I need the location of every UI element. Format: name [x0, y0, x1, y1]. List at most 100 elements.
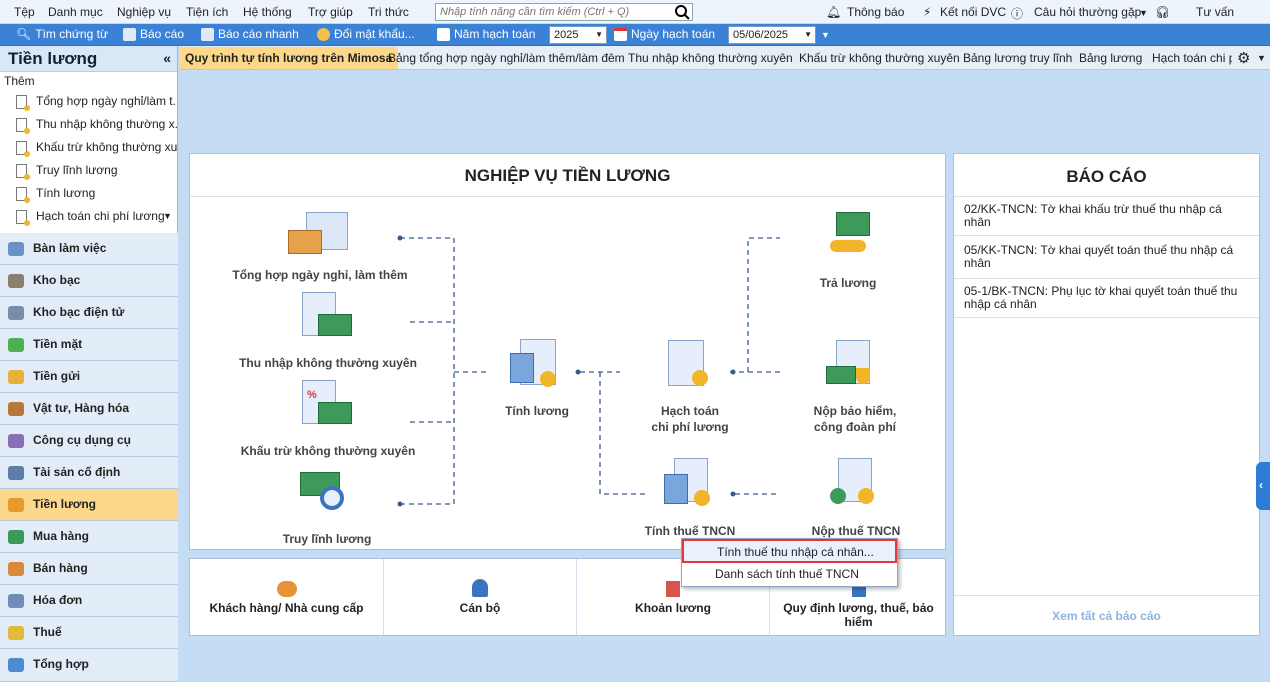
fiscal-year-select[interactable]: 2025 ▼	[549, 26, 607, 44]
module-deposit[interactable]: Tiền gửi	[0, 361, 178, 393]
flow-node-irregular-deduction[interactable]: Khấu trừ không thường xuyên	[230, 444, 426, 458]
doc-item[interactable]: Truy lĩnh lương	[0, 159, 177, 182]
flow-node-pay-pit[interactable]: Nộp thuế TNCN	[804, 524, 908, 538]
tab-process[interactable]: Quy trình tự tính lương trên Mimosa	[179, 47, 399, 69]
doc-item[interactable]: Tính lương	[0, 182, 177, 205]
find-voucher-button[interactable]: 🔍︎ Tìm chứng từ	[16, 27, 108, 41]
module-treasury[interactable]: Kho bạc	[0, 265, 178, 297]
key-icon	[317, 27, 330, 41]
summary-icon	[8, 658, 24, 672]
menu-help[interactable]: Trợ giúp	[308, 5, 353, 19]
faq-button[interactable]: Câu hỏi thường gặp	[1034, 5, 1141, 19]
tab-irregular-deduction[interactable]: Khấu trừ không thường xuyên	[799, 51, 960, 65]
document-icon	[16, 118, 30, 134]
menu-item-calc-pit[interactable]: Tính thuế thu nhập cá nhân...	[682, 539, 897, 563]
dvc-button[interactable]: Kết nối DVC	[940, 5, 1006, 19]
toolbar-overflow-icon[interactable]: ▼	[821, 30, 830, 40]
flow-node-retro-pay[interactable]: Truy lĩnh lương	[270, 532, 384, 546]
tab-payroll[interactable]: Bảng lương	[1079, 51, 1142, 65]
search-input[interactable]	[436, 4, 666, 20]
module-summary[interactable]: Tổng hợp	[0, 649, 178, 682]
module-sales[interactable]: Bán hàng	[0, 553, 178, 585]
flow-node-irregular-income[interactable]: Thu nhập không thường xuyên	[230, 356, 426, 370]
calculator-icon	[510, 339, 558, 391]
e-bank-icon	[8, 306, 24, 320]
menu-system[interactable]: Hệ thống	[243, 5, 292, 19]
menu-file[interactable]: Tệp	[14, 5, 35, 19]
report-link[interactable]: 02/KK-TNCN: Tờ khai khấu trừ thuế thu nh…	[954, 197, 1259, 236]
side-panel-toggle[interactable]: ‹	[1256, 462, 1270, 510]
doc-item[interactable]: Tổng hợp ngày nghỉ/làm t...	[0, 90, 177, 113]
view-all-reports-link[interactable]: Xem tất cả báo cáo	[954, 609, 1259, 623]
ledger-icon	[668, 340, 714, 390]
bell-icon[interactable]: 🔔︎	[826, 5, 841, 19]
hand-money-icon	[830, 212, 874, 260]
flow-node-calc-payroll[interactable]: Tính lương	[490, 404, 584, 418]
module-e-treasury[interactable]: Kho bạc điện tử	[0, 297, 178, 329]
context-menu: Tính thuế thu nhập cá nhân... Danh sách …	[681, 538, 898, 587]
search-box[interactable]	[435, 3, 693, 21]
tab-bar: Quy trình tự tính lương trên Mimosa Bảng…	[179, 46, 1270, 70]
change-password-button[interactable]: Đổi mật khẩu...	[317, 27, 415, 41]
people-icon	[276, 581, 297, 597]
search-icon: 🔍︎	[16, 27, 32, 41]
consult-button[interactable]: Tư vấn	[1196, 5, 1234, 19]
invoice-icon	[8, 594, 24, 608]
person-icon	[472, 579, 488, 597]
module-purchase[interactable]: Mua hàng	[0, 521, 178, 553]
module-tax[interactable]: Thuế	[0, 617, 178, 649]
collapse-icon[interactable]: «	[163, 50, 171, 66]
menu-catalog[interactable]: Danh mục	[48, 5, 103, 19]
sales-icon	[8, 562, 24, 576]
quick-report-button[interactable]: Báo cáo nhanh	[201, 27, 299, 41]
shortcut-staff[interactable]: Cán bộ	[384, 559, 577, 635]
module-desktop[interactable]: Bàn làm việc	[0, 233, 178, 265]
module-cash[interactable]: Tiền mặt	[0, 329, 178, 361]
menu-utilities[interactable]: Tiện ích	[186, 5, 228, 19]
scroll-down-icon[interactable]: ▼	[163, 205, 172, 228]
menu-operations[interactable]: Nghiệp vụ	[117, 5, 171, 19]
doc-item[interactable]: Hạch toán chi phí lương ▼	[0, 205, 177, 228]
module-tools[interactable]: Công cụ dụng cụ	[0, 425, 178, 457]
reports-panel: BÁO CÁO 02/KK-TNCN: Tờ khai khấu trừ thu…	[953, 153, 1260, 636]
menu-knowledge[interactable]: Tri thức	[368, 5, 409, 19]
calendar-icon	[437, 27, 450, 41]
reports-title: BÁO CÁO	[1066, 167, 1147, 186]
calendar-icon	[614, 27, 627, 41]
tab-payroll-cost[interactable]: Hạch toán chi ph	[1152, 51, 1232, 65]
flow-node-calc-pit[interactable]: Tính thuế TNCN	[638, 524, 742, 538]
flow-node-insurance[interactable]: Nộp bảo hiểm, công đoàn phí	[800, 404, 910, 434]
doc-item[interactable]: Thu nhập không thường x...	[0, 113, 177, 136]
posting-date-input[interactable]: 05/06/2025 ▼	[728, 26, 816, 44]
payroll-icon	[8, 498, 24, 512]
bank-icon	[8, 274, 24, 288]
module-inventory[interactable]: Vật tư, Hàng hóa	[0, 393, 178, 425]
gear-icon[interactable]: ⚙	[1237, 49, 1250, 67]
document-money-icon	[302, 292, 354, 342]
faq-dropdown-icon[interactable]: ▼	[1139, 8, 1148, 18]
flow-node-payroll-cost[interactable]: Hạch toán chi phí lương	[640, 404, 740, 434]
tab-irregular-income[interactable]: Thu nhập không thường xuyên	[628, 51, 793, 65]
menu-item-pit-list[interactable]: Danh sách tính thuế TNCN	[682, 563, 897, 587]
doc-item[interactable]: Khấu trừ không thường xu...	[0, 136, 177, 159]
tab-menu-icon[interactable]: ▼	[1257, 53, 1266, 63]
desktop-icon	[8, 242, 24, 256]
search-icon[interactable]	[674, 4, 690, 20]
flow-node-timesheet[interactable]: Tổng hợp ngày nghỉ, làm thêm	[230, 268, 410, 282]
flow-node-pay-salary[interactable]: Trả lương	[800, 276, 896, 290]
shortcut-customers[interactable]: Khách hàng/ Nhà cung cấp	[190, 559, 384, 635]
tab-overtime-summary[interactable]: Bảng tổng hợp ngày nghỉ/làm thêm/làm đêm	[388, 51, 625, 65]
module-payroll[interactable]: Tiền lương	[0, 489, 178, 521]
box-icon	[8, 402, 24, 416]
document-icon	[16, 164, 30, 180]
module-title: Tiền lương «	[0, 46, 177, 72]
module-invoice[interactable]: Hóa đơn	[0, 585, 178, 617]
module-assets[interactable]: Tài sản cố định	[0, 457, 178, 489]
report-button[interactable]: Báo cáo	[123, 27, 184, 41]
report-link[interactable]: 05/KK-TNCN: Tờ khai quyết toán thuế thu …	[954, 236, 1259, 279]
report-link[interactable]: 05-1/BK-TNCN: Phụ lục tờ khai quyết toán…	[954, 279, 1259, 318]
calendar-briefcase-icon	[288, 212, 350, 258]
notify-button[interactable]: Thông báo	[847, 5, 904, 19]
chevron-left-icon: ‹	[1259, 478, 1263, 492]
tab-retro-payroll[interactable]: Bảng lương truy lĩnh	[963, 51, 1072, 65]
